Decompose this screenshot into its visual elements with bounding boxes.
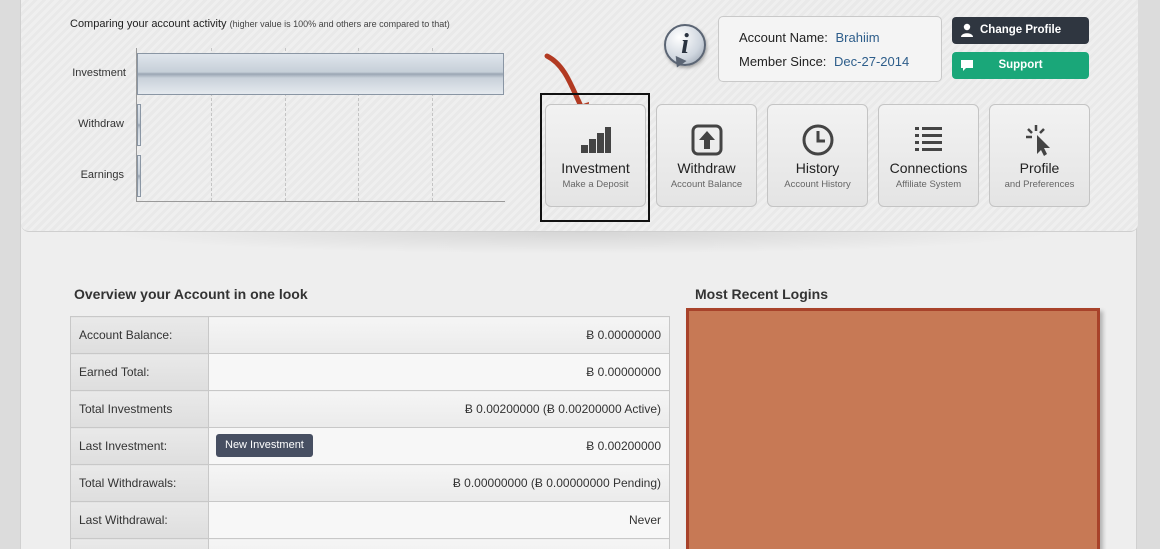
- support-label: Support: [998, 59, 1043, 71]
- divider-shadow: [101, 232, 1061, 254]
- row-label: Earned Total:: [70, 353, 209, 391]
- member-since-row: Member Since: Dec-27-2014: [739, 54, 909, 69]
- row-label: Account Balance:: [70, 316, 209, 354]
- overview-title: Overview your Account in one look: [74, 286, 308, 302]
- tile-connections[interactable]: Connections Affiliate System: [878, 104, 979, 207]
- change-profile-label: Change Profile: [980, 24, 1062, 36]
- new-investment-button[interactable]: New Investment: [216, 434, 313, 457]
- tile-subtitle: Account History: [784, 179, 851, 190]
- chart-subtitle: (higher value is 100% and others are com…: [229, 19, 450, 29]
- row-value: Ƀ 0.00200000: [586, 439, 661, 453]
- table-row: Total Investments Ƀ 0.00200000 (Ƀ 0.0020…: [70, 390, 670, 428]
- chart-title: Comparing your account activity (higher …: [70, 18, 450, 30]
- account-name-row: Account Name: Brahiim: [739, 30, 880, 45]
- logins-title: Most Recent Logins: [695, 286, 829, 302]
- row-label: Last Investment:: [70, 427, 209, 465]
- tile-title: Connections: [889, 160, 968, 176]
- row-label: Total Investments: [70, 390, 209, 428]
- upload-arrow-icon: [691, 124, 723, 156]
- chart-category-label: Withdraw: [78, 118, 124, 130]
- tile-title: History: [795, 160, 840, 176]
- row-value: Ƀ 0.00000000: [208, 353, 670, 391]
- row-label: [70, 538, 209, 549]
- recent-logins-redacted: [686, 308, 1100, 549]
- chart-bar-withdraw: [137, 104, 141, 146]
- list-icon: [915, 127, 942, 151]
- account-name-label: Account Name:: [739, 30, 828, 45]
- tile-withdraw[interactable]: Withdraw Account Balance: [656, 104, 757, 207]
- chart-bar-investment: [137, 53, 504, 95]
- row-value: Ƀ 0.00200000 (Ƀ 0.00200000 Active): [208, 390, 670, 428]
- change-profile-button[interactable]: Change Profile: [952, 17, 1089, 44]
- overview-table: Account Balance: Ƀ 0.00000000 Earned Tot…: [70, 316, 670, 549]
- table-row: Account Balance: Ƀ 0.00000000: [70, 316, 670, 354]
- table-row: [70, 538, 670, 549]
- row-label: Total Withdrawals:: [70, 464, 209, 502]
- chart-category-label: Investment: [72, 67, 126, 79]
- tile-title: Profile: [1019, 160, 1060, 176]
- support-button[interactable]: Support: [952, 52, 1089, 79]
- tile-history[interactable]: History Account History: [767, 104, 868, 207]
- table-row: Last Withdrawal: Never: [70, 501, 670, 539]
- table-row: Last Investment: New Investment Ƀ 0.0020…: [70, 427, 670, 465]
- cursor-click-icon: [1026, 125, 1050, 156]
- row-value: Ƀ 0.00000000: [208, 316, 670, 354]
- tile-profile[interactable]: Profile and Preferences: [989, 104, 1090, 207]
- member-since-label: Member Since:: [739, 54, 827, 69]
- highlight-box: [540, 93, 650, 222]
- account-info-box: Account Name: Brahiim Member Since: Dec-…: [718, 16, 942, 82]
- table-row: Total Withdrawals: Ƀ 0.00000000 (Ƀ 0.000…: [70, 464, 670, 502]
- row-value: [208, 538, 670, 549]
- chart-bar-earnings: [137, 155, 141, 197]
- table-row: Earned Total: Ƀ 0.00000000: [70, 353, 670, 391]
- chart-title-text: Comparing your account activity: [70, 18, 227, 30]
- tile-title: Withdraw: [677, 160, 736, 176]
- tile-subtitle: and Preferences: [1004, 179, 1075, 190]
- top-panel: Comparing your account activity (higher …: [21, 0, 1138, 232]
- account-name-value: Brahiim: [835, 30, 880, 45]
- clock-icon: [802, 124, 834, 156]
- row-value: Ƀ 0.00000000 (Ƀ 0.00000000 Pending): [208, 464, 670, 502]
- chat-bubble-icon: [961, 60, 973, 71]
- row-value-cell: New Investment Ƀ 0.00200000: [208, 427, 670, 465]
- activity-chart: [136, 48, 505, 202]
- tile-subtitle: Affiliate System: [895, 179, 962, 190]
- row-label: Last Withdrawal:: [70, 501, 209, 539]
- row-value: Never: [208, 501, 670, 539]
- tile-subtitle: Account Balance: [670, 179, 743, 190]
- user-icon: [961, 23, 973, 37]
- member-since-value: Dec-27-2014: [834, 54, 910, 69]
- chart-category-label: Earnings: [80, 169, 124, 181]
- page-container: Comparing your account activity (higher …: [20, 0, 1138, 549]
